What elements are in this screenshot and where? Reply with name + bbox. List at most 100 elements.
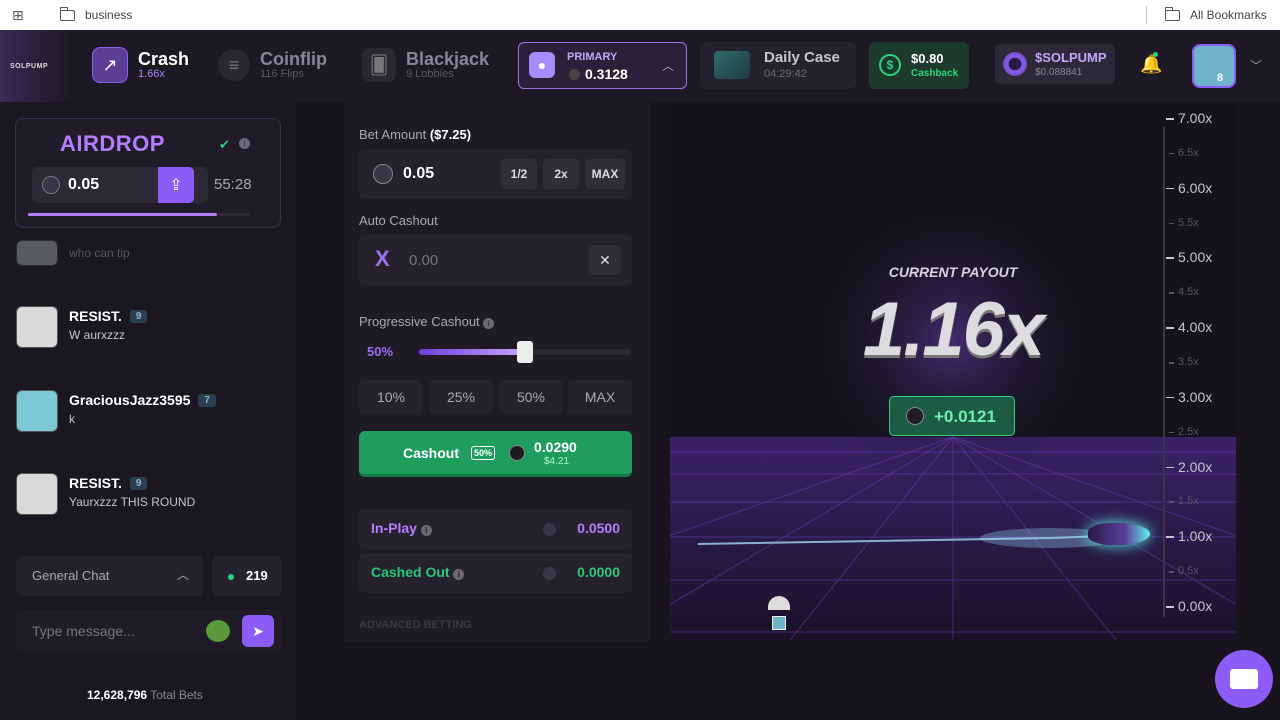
airdrop-title: AIRDROP xyxy=(60,131,165,156)
solpump-token[interactable]: $SOLPUMP $0.088841 xyxy=(995,44,1115,84)
bet-amount-input[interactable] xyxy=(403,159,483,189)
clear-auto-cashout-button[interactable]: ✕ xyxy=(589,245,621,275)
pct-10-button[interactable]: 10% xyxy=(359,380,423,414)
nav-blackjack[interactable]: 🂠 Blackjack 9 Lobbies xyxy=(362,44,489,86)
nav-coinflip[interactable]: ≡ Coinflip 116 Flips xyxy=(218,44,327,86)
axis-tick-label: 2.00x xyxy=(1166,459,1218,475)
chat-sidebar: AIRDROP ✔ i 0.05 ⇪ 55:28 who can tip RES… xyxy=(0,102,296,720)
level-badge: 9 xyxy=(129,477,148,490)
chat-input[interactable] xyxy=(16,610,196,652)
bet-amount-field: 1/2 2x MAX xyxy=(359,149,632,199)
nav-crash[interactable]: ↗ Crash 1.66x xyxy=(92,44,189,86)
info-icon[interactable]: i xyxy=(483,318,495,329)
cashout-badge: 50% xyxy=(471,446,496,460)
support-chat-button[interactable] xyxy=(1215,650,1273,708)
avatar[interactable] xyxy=(16,473,58,515)
chevron-down-icon[interactable]: ﹀ xyxy=(1250,57,1262,74)
pct-max-button[interactable]: MAX xyxy=(568,380,632,414)
chat-channel-select[interactable]: General Chat ︿ xyxy=(16,556,203,596)
cashback-button[interactable]: $ $0.80 Cashback xyxy=(869,42,969,89)
info-icon[interactable]: i xyxy=(239,138,250,149)
emoji-icon[interactable] xyxy=(206,620,230,642)
coin-icon: ≡ xyxy=(218,49,250,81)
wallet-balance: 0.3128 xyxy=(585,66,628,82)
cashback-label: Cashback xyxy=(911,68,959,79)
pct-25-button[interactable]: 25% xyxy=(429,380,493,414)
airdrop-progress-fill xyxy=(28,213,217,216)
half-bet-button[interactable]: 1/2 xyxy=(501,159,537,189)
chat-message-text: W aurxzzz xyxy=(69,328,126,342)
bet-amount-label: Bet Amount ($7.25) xyxy=(359,127,472,142)
nav-crash-sub: 1.66x xyxy=(138,67,165,80)
advanced-betting-toggle[interactable]: ADVANCED BETTING xyxy=(359,619,472,631)
chat-message-text: Yaurxzzz THIS ROUND xyxy=(69,495,196,509)
ghost-icon: ● xyxy=(529,52,555,78)
daily-case-label: Daily Case xyxy=(764,49,840,66)
slider-thumb[interactable] xyxy=(517,341,533,363)
chat-channel-label: General Chat xyxy=(32,568,110,583)
cashout-button[interactable]: Cashout 50% 0.0290 $4.21 xyxy=(359,431,632,477)
chat-message-faded: who can tip xyxy=(16,240,286,268)
sol-icon xyxy=(373,164,393,184)
chat-bubble-icon xyxy=(1230,669,1258,689)
chat-message: RESIST. 9 W aurxzzz xyxy=(16,306,286,350)
progressive-slider[interactable] xyxy=(419,341,631,363)
cashback-amount: $0.80 xyxy=(911,51,944,66)
auto-cashout-field: X ✕ xyxy=(359,235,632,285)
max-bet-button[interactable]: MAX xyxy=(585,159,625,189)
avatar[interactable] xyxy=(16,306,58,348)
axis-tick-label: 0.00x xyxy=(1166,598,1218,614)
double-bet-button[interactable]: 2x xyxy=(543,159,579,189)
auto-cashout-input[interactable] xyxy=(409,245,529,275)
in-play-value: 0.0500 xyxy=(577,520,620,536)
level-badge: 9 xyxy=(129,310,148,323)
trend-icon: ↗ xyxy=(92,47,128,83)
bookmark-label: All Bookmarks xyxy=(1190,8,1267,22)
chat-input-wrap: ➤ xyxy=(16,610,282,652)
wallet-primary[interactable]: ● PRIMARY 0.3128 ︿ xyxy=(518,42,687,89)
bookmark-business[interactable]: business xyxy=(59,7,132,22)
in-play-label: In-Play i xyxy=(371,520,432,536)
info-icon[interactable]: i xyxy=(453,569,465,580)
dollar-circle-icon: $ xyxy=(879,54,901,76)
nav-coinflip-sub: 116 Flips xyxy=(260,67,304,80)
case-icon xyxy=(714,51,750,79)
user-avatar[interactable] xyxy=(1192,44,1236,88)
top-nav: SOLPUMP ↗ Crash 1.66x ≡ Coinflip 116 Flips… xyxy=(0,30,1280,102)
chat-username[interactable]: RESIST. 9 xyxy=(69,308,148,324)
bell-icon[interactable]: 🔔 xyxy=(1140,54,1162,75)
solpump-price: $0.088841 xyxy=(1035,67,1083,78)
axis-tick-label: 2.5x xyxy=(1169,426,1218,438)
airdrop-timer: 55:28 xyxy=(214,176,252,193)
apps-grid-icon[interactable]: ⊞ xyxy=(12,7,24,24)
chat-username[interactable]: GraciousJazz3595 7 xyxy=(69,392,216,408)
avatar[interactable] xyxy=(16,390,58,432)
chat-message-text: who can tip xyxy=(69,246,130,260)
multiplier-axis-line xyxy=(1163,127,1165,617)
nav-blackjack-label: Blackjack xyxy=(406,48,490,69)
airdrop-progress xyxy=(28,213,250,216)
airdrop-join-button[interactable]: ⇪ xyxy=(158,167,194,203)
daily-case[interactable]: Daily Case 04:29:42 xyxy=(700,42,856,89)
folder-icon xyxy=(1164,7,1180,22)
sol-icon xyxy=(509,445,525,461)
online-count-value: 219 xyxy=(246,568,268,583)
avatar xyxy=(16,240,58,266)
axis-tick-label: 6.00x xyxy=(1166,180,1218,196)
info-icon[interactable]: i xyxy=(420,525,432,536)
multiplier-x-icon: X xyxy=(375,246,390,271)
chat-message: RESIST. 9 Yaurxzzz THIS ROUND xyxy=(16,473,286,517)
chevron-up-icon[interactable]: ︿ xyxy=(662,57,674,74)
bookmark-all[interactable]: All Bookmarks xyxy=(1164,7,1267,22)
axis-tick-label: 7.00x xyxy=(1166,110,1218,126)
bookmarks-bar: ⊞ business All Bookmarks xyxy=(0,0,1280,30)
axis-tick-label: 3.5x xyxy=(1169,356,1218,368)
pct-50-button[interactable]: 50% xyxy=(499,380,563,414)
site-logo[interactable]: SOLPUMP xyxy=(0,30,70,102)
chat-username[interactable]: RESIST. 9 xyxy=(69,475,148,491)
axis-tick-label: 4.5x xyxy=(1169,286,1218,298)
cashout-amount: 0.0290 xyxy=(534,439,577,455)
folder-icon xyxy=(59,7,75,22)
send-button[interactable]: ➤ xyxy=(242,615,274,647)
axis-tick-label: 3.00x xyxy=(1166,389,1218,405)
